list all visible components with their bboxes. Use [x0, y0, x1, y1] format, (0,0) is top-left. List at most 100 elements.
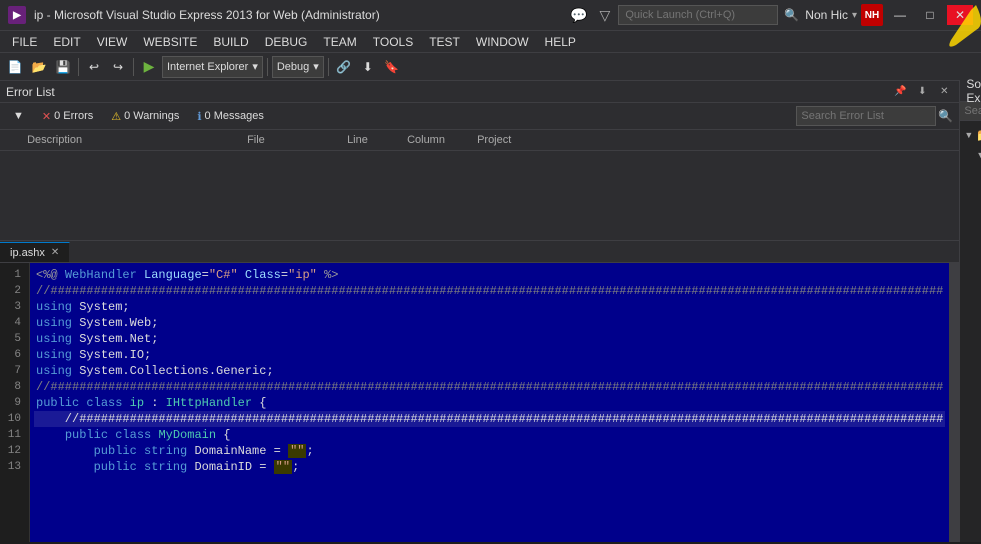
tree-item-ip[interactable]: 🌐 ip: [960, 145, 981, 165]
error-list-pin-button[interactable]: 📌: [891, 83, 909, 101]
vs-logo: ▶: [8, 6, 26, 24]
code-scrollbar[interactable]: [949, 263, 959, 542]
error-x-icon: ✕: [42, 110, 51, 123]
col-file: File: [239, 132, 339, 148]
main-area: Error List 📌 ⬇ ✕ ▼ ✕ 0 Errors ⚠ 0 Warnin…: [0, 80, 981, 542]
menu-file[interactable]: FILE: [4, 31, 45, 52]
se-tree: 📁 Solution 'ip' (1 project) 🌐 ip 🌐 ip.as…: [960, 121, 981, 542]
col-line: Line: [339, 132, 399, 148]
solution-icon: 📁: [976, 128, 981, 142]
expand-ip-arrow[interactable]: [976, 150, 981, 160]
tree-item-webconfig[interactable]: ⚙ web.config: [960, 205, 981, 225]
error-list-columns: Description File Line Column Project: [0, 130, 959, 151]
filter-icon[interactable]: ▽: [596, 7, 615, 24]
code-line: using System.Net;: [34, 331, 945, 347]
expand-solution-arrow[interactable]: [964, 130, 973, 140]
non-hic-badge[interactable]: Non Hic ▾ NH: [805, 4, 883, 26]
code-line: public string DomainID = "";: [34, 459, 945, 475]
line-number: 13: [4, 459, 21, 475]
errors-count: 0 Errors: [54, 110, 93, 122]
line-number: 7: [4, 363, 21, 379]
undo-button[interactable]: ↩: [83, 56, 105, 78]
code-line: public class MyDomain {: [34, 427, 945, 443]
filter-dropdown[interactable]: ▼: [6, 106, 31, 126]
menu-help[interactable]: HELP: [537, 31, 584, 52]
warnings-button[interactable]: ⚠ 0 Warnings: [104, 106, 186, 126]
errors-button[interactable]: ✕ 0 Errors: [35, 106, 100, 126]
bookmark-button[interactable]: 🔖: [381, 56, 403, 78]
tree-item-ipsln[interactable]: 📄 ip.sln: [960, 185, 981, 205]
messages-count: 0 Messages: [205, 110, 264, 122]
error-list-header: Error List 📌 ⬇ ✕: [0, 81, 959, 103]
browser-dropdown[interactable]: Internet Explorer ▾: [162, 56, 263, 78]
error-list-panel: Error List 📌 ⬇ ✕ ▼ ✕ 0 Errors ⚠ 0 Warnin…: [0, 80, 959, 240]
attach-button[interactable]: 🔗: [333, 56, 355, 78]
browser-dropdown-arrow[interactable]: ▾: [252, 60, 258, 73]
line-number: 12: [4, 443, 21, 459]
menu-build[interactable]: BUILD: [205, 31, 256, 52]
code-line: //######################################…: [34, 379, 945, 395]
browser-label: Internet Explorer: [167, 61, 248, 73]
search-icon[interactable]: 🔍: [782, 8, 801, 22]
tab-name: ip.ashx: [10, 247, 45, 259]
code-lines[interactable]: <%@ WebHandler Language="C#" Class="ip" …: [30, 263, 949, 542]
col-project: Project: [469, 132, 549, 148]
redo-button[interactable]: ↪: [107, 56, 129, 78]
debug-dropdown-arrow[interactable]: ▾: [313, 60, 319, 73]
info-icon: ℹ: [197, 110, 201, 123]
editor-tab-bar: ip.ashx ✕: [0, 241, 959, 263]
se-search[interactable]: 🔍: [960, 102, 981, 121]
menu-window[interactable]: WINDOW: [468, 31, 537, 52]
error-list-toolbar: ▼ ✕ 0 Errors ⚠ 0 Warnings ℹ 0 Messages 🔍: [0, 103, 959, 130]
new-file-button[interactable]: 📄: [4, 56, 26, 78]
tree-item-solution[interactable]: 📁 Solution 'ip' (1 project): [960, 125, 981, 145]
col-num: [0, 132, 19, 148]
debug-label: Debug: [277, 61, 309, 73]
se-search-input[interactable]: [964, 105, 981, 117]
editor-tab-ipashx[interactable]: ip.ashx ✕: [0, 242, 70, 262]
menu-team[interactable]: TEAM: [315, 31, 364, 52]
messages-button[interactable]: ℹ 0 Messages: [190, 106, 271, 126]
maximize-button[interactable]: □: [917, 5, 943, 25]
minimize-button[interactable]: —: [887, 5, 913, 25]
line-number: 4: [4, 315, 21, 331]
line-number: 8: [4, 379, 21, 395]
menu-view[interactable]: VIEW: [89, 31, 136, 52]
menu-edit[interactable]: EDIT: [45, 31, 88, 52]
title-bar-right: 💬 ▽ 🔍 Non Hic ▾ NH — □ ✕: [566, 4, 973, 26]
save-button[interactable]: 💾: [52, 56, 74, 78]
code-editor: ip.ashx ✕ 1 2 3 4 5 6 7 8 9 10 11: [0, 240, 959, 542]
error-list-title: Error List: [6, 85, 887, 99]
separator-2: [133, 58, 134, 76]
menu-test[interactable]: TEST: [421, 31, 468, 52]
error-search-icon[interactable]: 🔍: [938, 109, 953, 123]
title-bar-left: ▶ ip - Microsoft Visual Studio Express 2…: [8, 6, 380, 24]
line-number: 6: [4, 347, 21, 363]
code-line: public class ip : IHttpHandler {: [34, 395, 945, 411]
code-line: using System;: [34, 299, 945, 315]
menu-website[interactable]: WEBSITE: [135, 31, 205, 52]
separator-1: [78, 58, 79, 76]
line-number: 3: [4, 299, 21, 315]
nh-avatar: NH: [861, 4, 883, 26]
error-search-input[interactable]: [796, 106, 936, 126]
debug-dropdown[interactable]: Debug ▾: [272, 56, 324, 78]
menu-tools[interactable]: TOOLS: [365, 31, 421, 52]
open-file-button[interactable]: 📂: [28, 56, 50, 78]
line-number: 9: [4, 395, 21, 411]
solution-explorer: Solution Explorer ◀ ▶ ⌂ ⚙ ↻ ⬜ 📋 » 📌 ⬇ ✕ …: [959, 80, 981, 542]
chat-icon[interactable]: 💬: [566, 7, 591, 24]
quick-launch-input[interactable]: [618, 5, 778, 25]
dropdown-arrow[interactable]: ▾: [852, 10, 857, 21]
line-number: 11: [4, 427, 21, 443]
tree-item-ipashx[interactable]: 🌐 ip.ashx: [960, 165, 981, 185]
line-numbers: 1 2 3 4 5 6 7 8 9 10 11 12 13: [0, 263, 30, 542]
error-list-arrow-button[interactable]: ⬇: [913, 83, 931, 101]
menu-debug[interactable]: DEBUG: [257, 31, 316, 52]
step-button[interactable]: ⬇: [357, 56, 379, 78]
error-list-close-button[interactable]: ✕: [935, 83, 953, 101]
code-content[interactable]: 1 2 3 4 5 6 7 8 9 10 11 12 13 <%@ WebHan…: [0, 263, 959, 542]
run-button[interactable]: ▶: [138, 56, 160, 78]
close-button[interactable]: ✕: [947, 5, 973, 25]
tab-close-button[interactable]: ✕: [51, 247, 59, 258]
